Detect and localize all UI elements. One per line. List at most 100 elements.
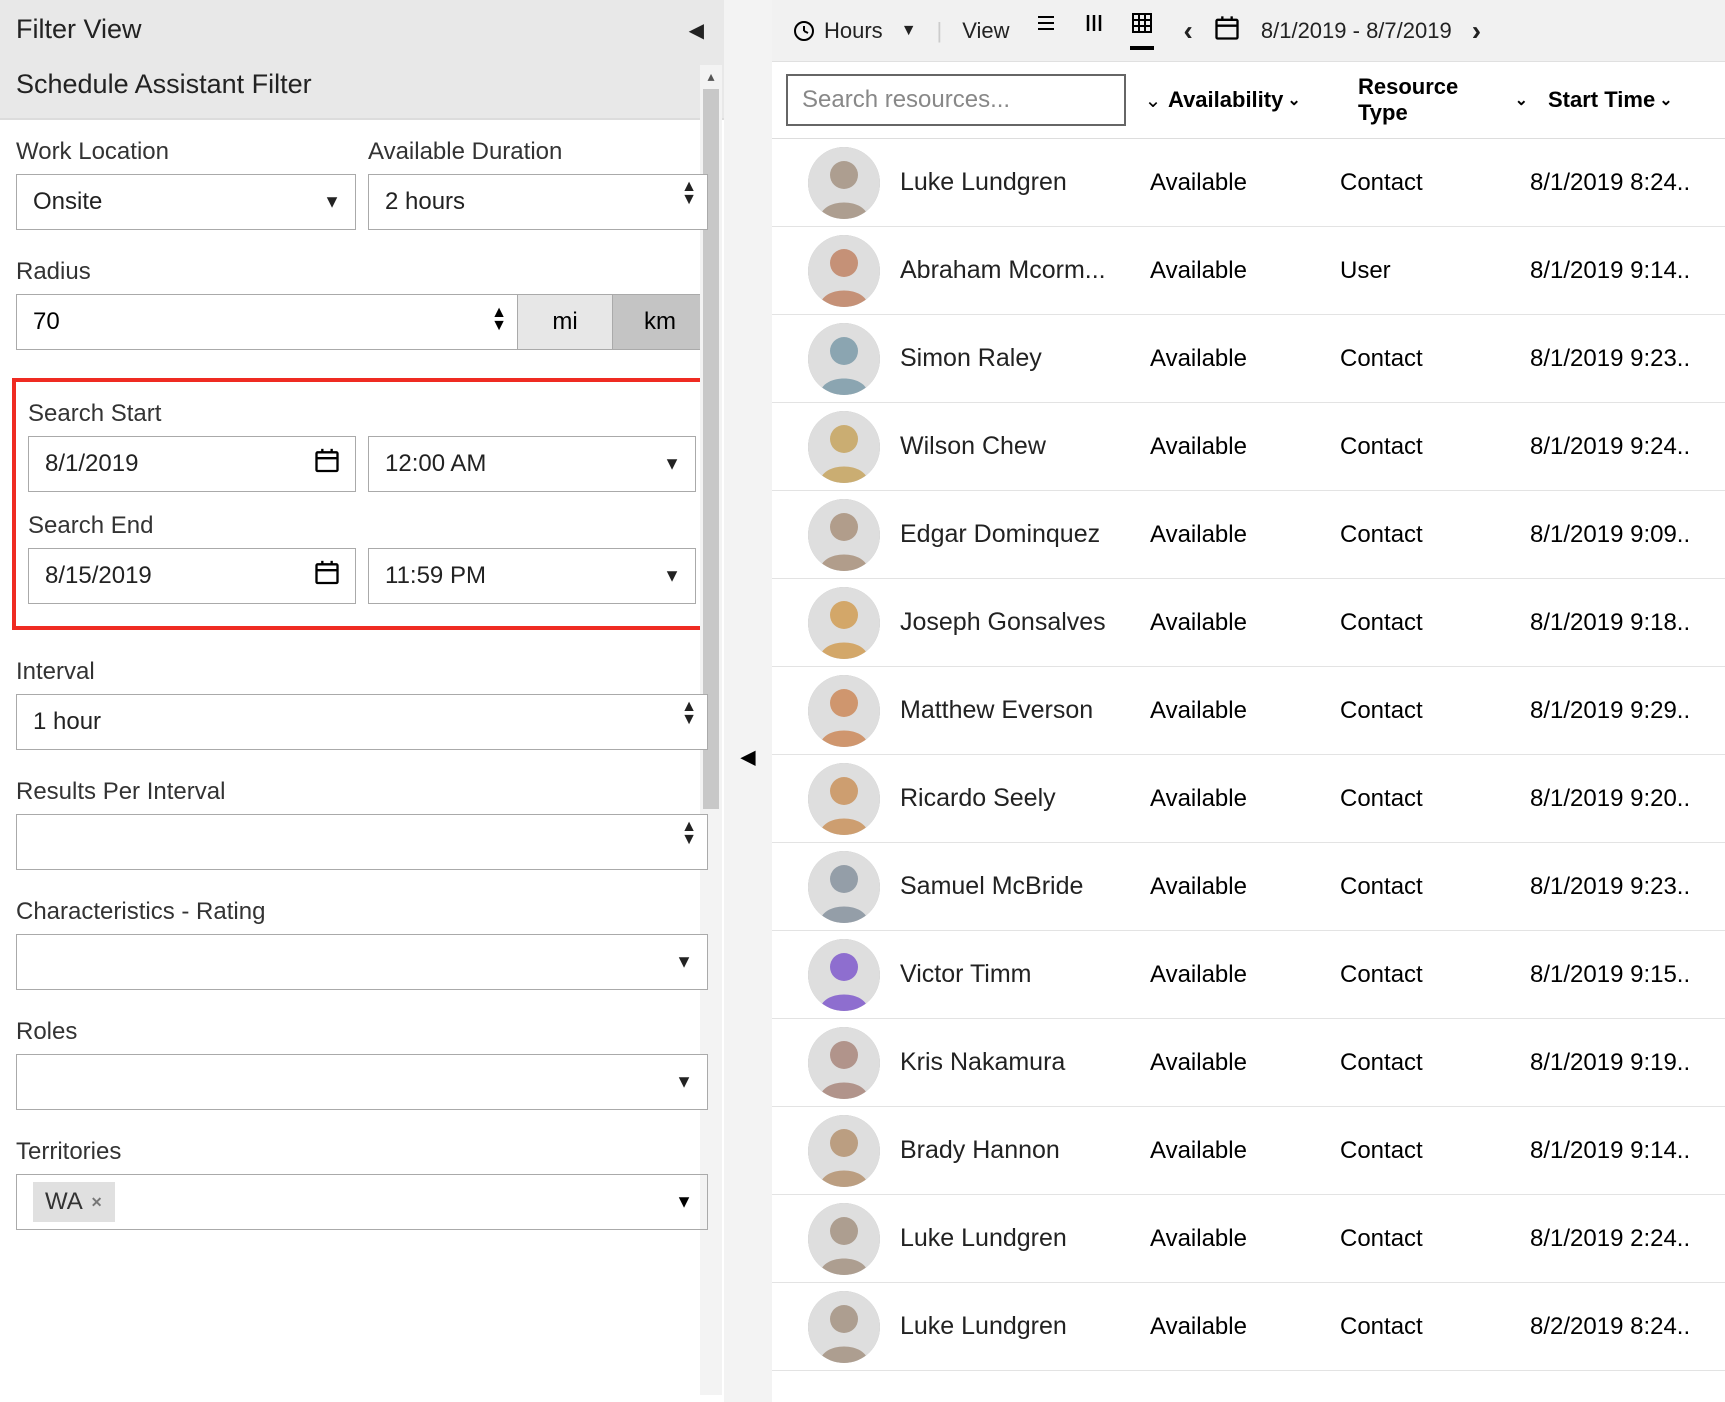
resource-name: Simon Raley xyxy=(900,344,1150,373)
table-row[interactable]: Luke Lundgren Available Contact 8/1/2019… xyxy=(772,1195,1725,1283)
results-per-interval-label: Results Per Interval xyxy=(16,778,708,806)
table-row[interactable]: Brady Hannon Available Contact 8/1/2019 … xyxy=(772,1107,1725,1195)
avatar xyxy=(808,1027,880,1099)
resource-type-cell: Contact xyxy=(1340,961,1530,989)
spinner-icon[interactable]: ▲▼ xyxy=(681,181,697,207)
radius-unit-toggle[interactable]: mi km xyxy=(518,294,708,350)
results-per-interval-spinner[interactable]: ▲▼ xyxy=(16,814,708,870)
interval-label: Interval xyxy=(16,658,708,686)
resource-type-cell: Contact xyxy=(1340,1313,1530,1341)
table-row[interactable]: Luke Lundgren Available Contact 8/2/2019… xyxy=(772,1283,1725,1371)
resource-name: Kris Nakamura xyxy=(900,1048,1150,1077)
search-resources-input[interactable]: Search resources... xyxy=(786,74,1126,126)
territories-multiselect[interactable]: WA ✕ ▼ xyxy=(16,1174,708,1230)
resource-name: Ricardo Seely xyxy=(900,784,1150,813)
roles-label: Roles xyxy=(16,1018,708,1046)
search-start-time-dropdown[interactable]: 12:00 AM ▼ xyxy=(368,436,696,492)
avatar xyxy=(808,499,880,571)
calendar-icon[interactable] xyxy=(313,559,341,594)
resource-type-cell: Contact xyxy=(1340,1137,1530,1165)
available-duration-spinner[interactable]: 2 hours ▲▼ xyxy=(368,174,708,230)
radius-input[interactable]: 70 ▲▼ xyxy=(16,294,518,350)
start-time-cell: 8/1/2019 8:24.. xyxy=(1530,169,1725,197)
resource-name: Luke Lundgren xyxy=(900,1224,1150,1253)
caret-down-icon: ▼ xyxy=(675,1192,693,1213)
table-row[interactable]: Simon Raley Available Contact 8/1/2019 9… xyxy=(772,315,1725,403)
avatar xyxy=(808,147,880,219)
start-time-cell: 8/1/2019 9:24.. xyxy=(1530,433,1725,461)
resource-type-column-header[interactable]: Resource Type⌄ xyxy=(1358,74,1548,126)
unit-mi-button[interactable]: mi xyxy=(518,294,613,350)
search-start-label: Search Start xyxy=(28,400,696,428)
start-time-cell: 8/1/2019 9:19.. xyxy=(1530,1049,1725,1077)
search-end-label: Search End xyxy=(28,512,696,540)
panel-splitter[interactable]: ◀ xyxy=(724,0,772,1402)
search-end-time-dropdown[interactable]: 11:59 PM ▼ xyxy=(368,548,696,604)
toolbar-separator: | xyxy=(937,18,943,44)
resource-name: Samuel McBride xyxy=(900,872,1150,901)
next-button[interactable]: › xyxy=(1472,15,1481,47)
list-view-icon[interactable] xyxy=(1034,11,1058,50)
work-location-dropdown[interactable]: Onsite ▼ xyxy=(16,174,356,230)
scroll-up-icon[interactable]: ▴ xyxy=(700,65,722,87)
remove-tag-icon[interactable]: ✕ xyxy=(91,1194,103,1211)
search-end-time-value: 11:59 PM xyxy=(385,562,486,590)
table-row[interactable]: Abraham Mcorm... Available User 8/1/2019… xyxy=(772,227,1725,315)
chevron-down-icon: ⌄ xyxy=(1287,90,1300,110)
calendar-icon[interactable] xyxy=(313,447,341,482)
prev-button[interactable]: ‹ xyxy=(1184,15,1193,47)
table-row[interactable]: Matthew Everson Available Contact 8/1/20… xyxy=(772,667,1725,755)
start-time-cell: 8/1/2019 9:18.. xyxy=(1530,609,1725,637)
schedule-toolbar: Hours ▼ | View ‹ 8/1/2019 - 8/7/2019 › xyxy=(772,0,1725,62)
calendar-icon[interactable] xyxy=(1213,14,1241,48)
availability-cell: Available xyxy=(1150,1049,1340,1077)
filter-chevron-icon[interactable]: ⌄ xyxy=(1138,88,1168,113)
start-time-cell: 8/1/2019 9:14.. xyxy=(1530,1137,1725,1165)
start-time-cell: 8/1/2019 9:23.. xyxy=(1530,873,1725,901)
roles-dropdown[interactable]: ▼ xyxy=(16,1054,708,1110)
avatar xyxy=(808,1115,880,1187)
collapse-filter-view-icon[interactable]: ◀ xyxy=(689,18,704,43)
start-time-cell: 8/1/2019 9:09.. xyxy=(1530,521,1725,549)
resource-name: Matthew Everson xyxy=(900,696,1150,725)
unit-km-button[interactable]: km xyxy=(613,294,708,350)
resource-name: Joseph Gonsalves xyxy=(900,608,1150,637)
start-time-cell: 8/1/2019 2:24.. xyxy=(1530,1225,1725,1253)
hours-dropdown[interactable]: Hours ▼ xyxy=(792,18,917,44)
availability-cell: Available xyxy=(1150,961,1340,989)
table-row[interactable]: Wilson Chew Available Contact 8/1/2019 9… xyxy=(772,403,1725,491)
search-start-date-input[interactable]: 8/1/2019 xyxy=(28,436,356,492)
expand-left-icon[interactable]: ◀ xyxy=(740,745,755,770)
table-row[interactable]: Kris Nakamura Available Contact 8/1/2019… xyxy=(772,1019,1725,1107)
results-panel: Hours ▼ | View ‹ 8/1/2019 - 8/7/2019 › S… xyxy=(772,0,1725,1402)
resource-name: Brady Hannon xyxy=(900,1136,1150,1165)
resource-type-cell: Contact xyxy=(1340,873,1530,901)
table-row[interactable]: Luke Lundgren Available Contact 8/1/2019… xyxy=(772,139,1725,227)
availability-cell: Available xyxy=(1150,873,1340,901)
territory-tag[interactable]: WA ✕ xyxy=(33,1182,115,1222)
table-row[interactable]: Ricardo Seely Available Contact 8/1/2019… xyxy=(772,755,1725,843)
table-row[interactable]: Edgar Dominquez Available Contact 8/1/20… xyxy=(772,491,1725,579)
caret-down-icon: ▼ xyxy=(675,1072,693,1093)
column-view-icon[interactable] xyxy=(1082,11,1106,50)
table-row[interactable]: Samuel McBride Available Contact 8/1/201… xyxy=(772,843,1725,931)
resource-type-cell: Contact xyxy=(1340,521,1530,549)
avatar xyxy=(808,1203,880,1275)
hours-label: Hours xyxy=(824,18,883,44)
chevron-down-icon: ⌄ xyxy=(1659,90,1672,110)
interval-spinner[interactable]: 1 hour ▲▼ xyxy=(16,694,708,750)
resource-type-cell: Contact xyxy=(1340,785,1530,813)
table-row[interactable]: Joseph Gonsalves Available Contact 8/1/2… xyxy=(772,579,1725,667)
availability-column-header[interactable]: Availability⌄ xyxy=(1168,87,1358,113)
spinner-icon[interactable]: ▲▼ xyxy=(491,307,507,333)
characteristics-dropdown[interactable]: ▼ xyxy=(16,934,708,990)
search-placeholder: Search resources... xyxy=(802,86,1010,114)
table-row[interactable]: Victor Timm Available Contact 8/1/2019 9… xyxy=(772,931,1725,1019)
start-time-cell: 8/2/2019 8:24.. xyxy=(1530,1313,1725,1341)
search-end-date-input[interactable]: 8/15/2019 xyxy=(28,548,356,604)
spinner-icon[interactable]: ▲▼ xyxy=(681,701,697,727)
spinner-icon[interactable]: ▲▼ xyxy=(681,821,697,847)
resource-name: Edgar Dominquez xyxy=(900,520,1150,549)
start-time-column-header[interactable]: Start Time⌄ xyxy=(1548,87,1693,113)
grid-view-icon[interactable] xyxy=(1130,11,1154,50)
